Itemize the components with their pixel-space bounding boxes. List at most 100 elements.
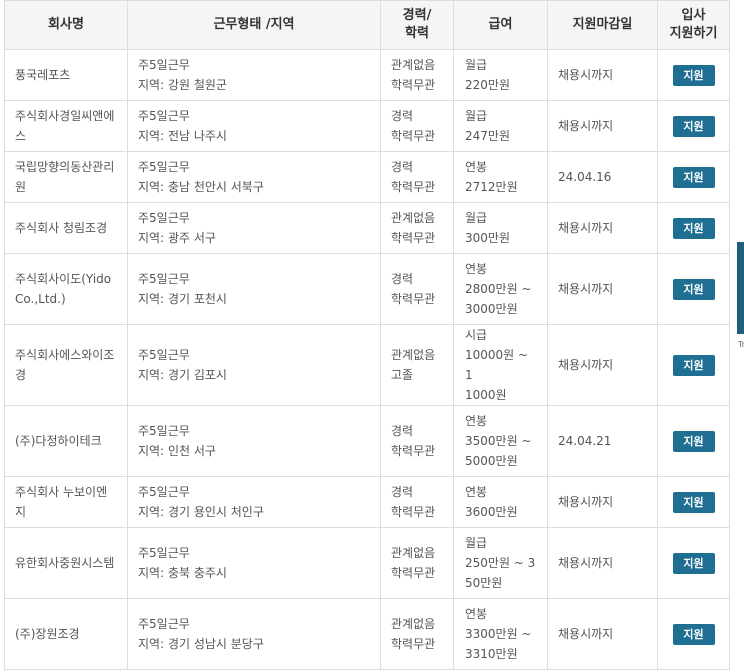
career-education-cell: 관계없음학력무관	[380, 49, 454, 101]
table-row: (주)다정하이테크 주5일근무 지역: 인천 서구 경력 학력무관 연봉 3500만원 ~…	[4, 405, 730, 477]
career-education-cell: 관계없음학력무관	[380, 202, 454, 254]
header-company: 회사명	[4, 0, 128, 50]
education: 학력무관	[391, 505, 436, 519]
header-apply: 입사 지원하기	[657, 0, 730, 50]
salary-cell: 연봉 2800만원 ~ 3000만원	[453, 253, 548, 325]
career: 경력	[391, 485, 414, 499]
table-row: 주식회사 청림조경 주5일근무 지역: 광주 서구 관계없음 학력무관 월급 300만원 채…	[4, 202, 730, 254]
education: 학력무관	[391, 231, 436, 245]
region: 지역: 전남 나주시	[138, 129, 227, 143]
deadline-cell: 채용시까지	[547, 49, 658, 101]
deadline-cell: 채용시까지	[547, 202, 658, 254]
apply-cell: 지원	[657, 49, 730, 101]
apply-button[interactable]: 지원	[672, 64, 715, 86]
salary-cell: 월급 247만원	[453, 100, 548, 152]
apply-cell: 지원	[657, 253, 730, 325]
salary-cell: 월급 300만원	[453, 202, 548, 254]
region: 지역: 경기 김포시	[138, 368, 227, 382]
education: 학력무관	[391, 566, 436, 580]
apply-button[interactable]: 지원	[672, 217, 715, 239]
deadline-cell: 채용시까지	[547, 527, 658, 599]
region: 지역: 충북 충주시	[138, 566, 227, 580]
header-work-region: 근무형태 /지역	[127, 0, 381, 50]
job-rows: 풍국레포츠 주5일근무 지역: 강원 철원군 관계없음 학력무관 월급 220만원 채용시까…	[4, 49, 730, 670]
company-name[interactable]: 주식회사이도(Yido Co.,Ltd.)	[4, 253, 128, 325]
header-deadline: 지원마감일	[547, 0, 658, 50]
work-type: 주5일근무	[138, 109, 190, 123]
education: 학력무관	[391, 444, 436, 458]
work-type: 주5일근무	[138, 348, 190, 362]
education: 학력무관	[391, 129, 436, 143]
header-apply-line2: 지원하기	[669, 26, 718, 41]
apply-button[interactable]: 지원	[672, 491, 715, 513]
company-name[interactable]: (주)다정하이테크	[4, 405, 128, 477]
company-name[interactable]: 주식회사에스와이조경	[4, 324, 128, 406]
apply-button[interactable]: 지원	[672, 430, 715, 452]
company-name[interactable]: 풍국레포츠	[4, 49, 128, 101]
career: 관계없음	[391, 211, 436, 225]
education: 학력무관	[391, 292, 436, 306]
career-education-cell: 경력학력무관	[380, 476, 454, 528]
table-row: 유한회사중원시스템 주5일근무 지역: 충북 충주시 관계없음 학력무관 월급 250만원…	[4, 527, 730, 599]
education: 학력무관	[391, 78, 436, 92]
apply-button[interactable]: 지원	[672, 354, 715, 376]
deadline-cell: 채용시까지	[547, 598, 658, 670]
work-type: 주5일근무	[138, 424, 190, 438]
salary-cell: 연봉 3500만원 ~ 5000만원	[453, 405, 548, 477]
work-type-region-cell: 주5일근무 지역: 충북 충주시	[127, 527, 381, 599]
header-salary: 급여	[453, 0, 548, 50]
apply-button[interactable]: 지원	[672, 166, 715, 188]
table-row: 주식회사경일씨앤에스 주5일근무 지역: 전남 나주시 경력 학력무관 월급 247만원 채…	[4, 100, 730, 152]
deadline-cell: 24.04.21	[547, 405, 658, 477]
salary-cell: 시급 10000원 ~ 1 1000원	[453, 324, 548, 406]
work-type: 주5일근무	[138, 58, 190, 72]
company-name[interactable]: 주식회사 누보이엔지	[4, 476, 128, 528]
apply-button[interactable]: 지원	[672, 115, 715, 137]
job-listing-table: 회사명 근무형태 /지역 경력/ 학력 급여 지원마감일 입사 지원하기 풍국레…	[4, 0, 730, 670]
apply-button[interactable]: 지원	[672, 552, 715, 574]
career-education-cell: 관계없음학력무관	[380, 598, 454, 670]
work-type: 주5일근무	[138, 272, 190, 286]
career: 경력	[391, 272, 414, 286]
company-name[interactable]: 유한회사중원시스템	[4, 527, 128, 599]
work-type-region-cell: 주5일근무지역: 강원 철원군	[127, 49, 381, 101]
career-education-cell: 경력학력무관	[380, 253, 454, 325]
career-education-cell: 경력 학력무관	[380, 405, 454, 477]
career-education-cell: 관계없음 고졸	[380, 324, 454, 406]
salary-cell: 연봉 3300만원 ~ 3310만원	[453, 598, 548, 670]
company-name[interactable]: (주)장원조경	[4, 598, 128, 670]
work-type: 주5일근무	[138, 160, 190, 174]
table-row: 주식회사에스와이조경 주5일근무 지역: 경기 김포시 관계없음 고졸 시급 10000원…	[4, 324, 730, 406]
job-list-page: 회사명 근무형태 /지역 경력/ 학력 급여 지원마감일 입사 지원하기 풍국레…	[0, 0, 744, 672]
apply-button[interactable]: 지원	[672, 623, 715, 645]
work-type-region-cell: 주5일근무 지역: 경기 성남시 분당구	[127, 598, 381, 670]
salary-cell: 연봉 3600만원	[453, 476, 548, 528]
header-apply-line1: 입사	[681, 8, 706, 23]
company-name[interactable]: 주식회사경일씨앤에스	[4, 100, 128, 152]
career: 관계없음	[391, 58, 436, 72]
region: 지역: 경기 성남시 분당구	[138, 637, 264, 651]
side-floating-widget[interactable]	[737, 242, 744, 334]
region: 지역: 경기 포천시	[138, 292, 227, 306]
company-name[interactable]: 국립망향의동산관리원	[4, 151, 128, 203]
header-career-line1: 경력/	[402, 8, 432, 23]
career: 관계없음	[391, 617, 436, 631]
career-education-cell: 경력 학력무관	[380, 151, 454, 203]
region: 지역: 강원 철원군	[138, 78, 227, 92]
deadline-cell: 채용시까지	[547, 476, 658, 528]
education: 학력무관	[391, 637, 436, 651]
apply-button[interactable]: 지원	[672, 278, 715, 300]
region: 지역: 경기 용인시 처인구	[138, 505, 264, 519]
company-name[interactable]: 주식회사 청림조경	[4, 202, 128, 254]
apply-cell: 지원	[657, 100, 730, 152]
table-row: 주식회사 누보이엔지 주5일근무 지역: 경기 용인시 처인구 경력 학력무관 연봉 36…	[4, 476, 730, 528]
work-type: 주5일근무	[138, 211, 190, 225]
deadline-cell: 채용시까지	[547, 253, 658, 325]
table-row: 풍국레포츠 주5일근무 지역: 강원 철원군 관계없음 학력무관 월급 220만원 채용시까…	[4, 49, 730, 101]
work-type-region-cell: 주5일근무지역: 경기 김포시	[127, 324, 381, 406]
deadline-cell: 24.04.16	[547, 151, 658, 203]
apply-cell: 지원	[657, 476, 730, 528]
career: 경력	[391, 109, 414, 123]
table-row: 국립망향의동산관리원 주5일근무 지역: 충남 천안시 서북구 경력 학력무관 연봉 27…	[4, 151, 730, 203]
salary-cell: 연봉 2712만원	[453, 151, 548, 203]
